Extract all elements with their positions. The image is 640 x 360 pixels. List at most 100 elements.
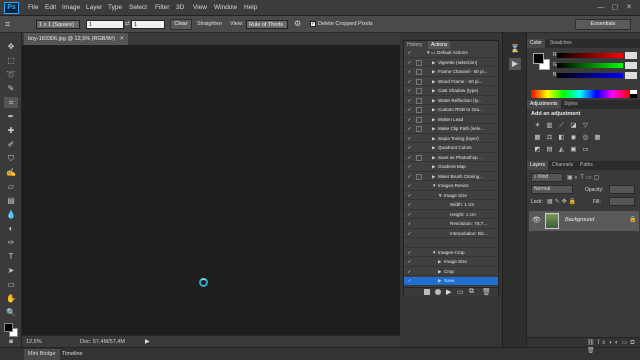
posterize-icon[interactable]: ▤ [545,145,554,154]
invert-icon[interactable]: ◩ [533,145,542,154]
menu-help[interactable]: Help [244,4,257,11]
toggle-check-icon[interactable]: ✓ [406,163,413,171]
black-white-icon[interactable]: ◧ [557,133,566,142]
expand-right-icon[interactable]: ▶ [438,277,441,285]
tab-history[interactable]: History [404,41,426,49]
status-menu-arrow-icon[interactable]: ▶ [145,338,150,345]
foreground-color-swatch[interactable] [4,323,13,332]
blur-tool-icon[interactable]: 💧 [4,209,18,220]
path-select-tool-icon[interactable]: ➤ [4,265,18,276]
expand-right-icon[interactable]: ▶ [432,97,435,105]
expand-right-icon[interactable]: ▶ [432,135,435,143]
gradient-tool-icon[interactable]: ▤ [4,195,18,206]
play-icon[interactable]: ▶ [446,288,451,296]
color-foreground-swatch[interactable] [533,53,544,64]
expand-right-icon[interactable]: ▶ [432,106,435,114]
action-row[interactable]: ✓ ▶ Custom RGB to Gra... [404,106,498,115]
document-tab[interactable]: boy-183306.jpg @ 12,5% (RGB/8#) ✕ [24,33,129,45]
selective-color-icon[interactable]: ▣ [569,145,578,154]
tab-color[interactable]: Color [527,39,545,48]
history-panel-icon[interactable]: ⌛ [509,43,521,55]
expand-right-icon[interactable]: ▶ [432,154,435,162]
dialog-toggle-icon[interactable] [416,78,422,85]
expand-down-icon[interactable]: ▼ [432,182,436,190]
eraser-tool-icon[interactable]: ▱ [4,181,18,192]
new-set-icon[interactable]: ▭ [457,288,464,296]
expand-right-icon[interactable]: ▶ [432,173,435,181]
action-row[interactable]: ✓ Interpolation: Bic... [404,230,498,239]
shape-tool-icon[interactable]: ▭ [4,279,18,290]
toggle-check-icon[interactable]: ✓ [406,277,413,285]
action-row[interactable]: ✓ Height: 1 cm [404,211,498,220]
toggle-check-icon[interactable]: ✓ [406,201,413,209]
toggle-check-icon[interactable]: ✓ [406,106,413,114]
toggle-check-icon[interactable]: ✓ [406,68,413,76]
healing-tool-icon[interactable]: ✚ [4,125,18,136]
action-row[interactable]: ✓ ▶ Save [404,277,498,286]
document-canvas[interactable] [22,45,400,335]
expand-right-icon[interactable]: ▶ [432,59,435,67]
height-input[interactable]: 1 [131,20,165,29]
menu-filter[interactable]: Filter [155,4,169,11]
expand-down-icon[interactable]: ▼ [438,192,442,200]
action-row[interactable]: ✓ ▶ Mixer Brush Cloning... [404,173,498,182]
tab-actions[interactable]: Actions [428,41,451,49]
hue-saturation-icon[interactable]: ▦ [533,133,542,142]
crop-tool-icon[interactable]: ⌗ [4,97,18,108]
action-row[interactable]: ✓ ▶ Vignette (selection) [404,59,498,68]
menu-type[interactable]: Type [108,4,122,11]
tab-layers[interactable]: Layers [527,161,549,170]
expand-right-icon[interactable]: ▶ [432,125,435,133]
green-slider[interactable] [557,63,623,68]
toggle-check-icon[interactable]: ✓ [406,182,413,190]
action-row[interactable]: ✓ ▶ Make Clip Path (sele... [404,125,498,134]
dialog-toggle-icon[interactable] [416,116,422,123]
layer-name[interactable]: Background [565,217,594,223]
dialog-toggle-icon[interactable] [416,221,422,227]
green-value[interactable] [625,62,637,69]
action-row[interactable]: ✓ ▶ Molten Lead [404,116,498,125]
tab-adjustments[interactable]: Adjustments [527,100,561,109]
fill-input[interactable] [609,197,635,206]
dialog-toggle-icon[interactable] [416,183,422,189]
gear-icon[interactable]: ⚙ [294,19,304,29]
spectrum-black-swatch[interactable] [630,94,637,98]
menu-layer[interactable]: Layer [86,4,102,11]
brightness-icon[interactable]: ☀ [533,121,542,130]
tab-styles[interactable]: Styles [561,100,581,109]
dialog-toggle-icon[interactable] [416,231,422,237]
toggle-check-icon[interactable]: ✓ [406,135,413,143]
swap-icon[interactable]: ⇄ [125,20,130,27]
toggle-check-icon[interactable]: ✓ [406,116,413,124]
photo-filter-icon[interactable]: ◉ [569,133,578,142]
dialog-toggle-icon[interactable] [416,136,422,142]
tab-timeline[interactable]: Timeline [58,349,87,360]
layer-row-background[interactable]: 👁 Background 🔒 [529,211,639,231]
action-row[interactable]: ✓ ▶ Save as Photoshop ... [404,154,498,163]
dialog-toggle-icon[interactable] [416,69,422,75]
eyedropper-tool-icon[interactable]: ✒ [4,111,18,122]
action-row[interactable]: ✓ ▼ Image Size [404,192,498,201]
zoom-level[interactable]: 12,5% [26,339,42,345]
lasso-tool-icon[interactable]: ➰ [4,69,18,80]
action-row[interactable]: ✓ ▶ Wood Frame - 50 pi... [404,78,498,87]
width-input[interactable]: 1 [86,20,124,29]
gradient-map-icon[interactable]: ▭ [581,145,590,154]
expand-right-icon[interactable]: ▶ [432,144,435,152]
delete-icon[interactable]: 🗑 [482,288,491,296]
action-row[interactable]: ✓ ▶ Crop [404,268,498,277]
toggle-check-icon[interactable]: ✓ [406,144,413,152]
type-tool-icon[interactable]: T [4,251,18,262]
quick-mask-icon[interactable]: ◙ [4,338,18,347]
action-row[interactable]: ✓ ▶ Cast Shadow (type) [404,87,498,96]
dialog-toggle-icon[interactable] [416,250,422,256]
delete-cropped-checkbox[interactable]: ✓ [310,21,316,27]
exposure-icon[interactable]: ◪ [569,121,578,130]
action-row[interactable]: ✓ ▶ Gradient Map [404,163,498,172]
dialog-toggle-icon[interactable] [416,126,422,132]
brush-tool-icon[interactable]: ✐ [4,139,18,150]
action-row[interactable]: ✓ ▶ Quadrant Colors [404,144,498,153]
toggle-check-icon[interactable]: ✓ [406,249,413,257]
toggle-check-icon[interactable]: ✓ [406,173,413,181]
expand-right-icon[interactable]: ▶ [432,116,435,124]
